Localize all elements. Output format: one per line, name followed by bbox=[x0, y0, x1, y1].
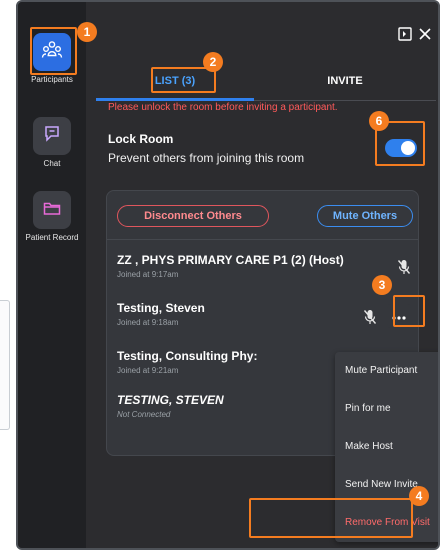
callout-badge-1: 1 bbox=[77, 22, 97, 42]
callout-badge-4: 4 bbox=[409, 486, 429, 506]
rail-label-patient-record: Patient Record bbox=[25, 233, 79, 242]
participant-row: ZZ , PHYS PRIMARY CARE P1 (2) (Host) Joi… bbox=[117, 253, 344, 279]
participant-row: Testing, Steven Joined at 9:18am bbox=[117, 301, 205, 327]
participant-name: TESTING, STEVEN bbox=[117, 393, 224, 407]
rail-label-participants: Participants bbox=[31, 75, 73, 84]
background-window-fragment bbox=[0, 300, 10, 430]
rail-chat-button[interactable] bbox=[33, 117, 71, 155]
telehealth-window: Participants Chat Patient Record LIST (3… bbox=[16, 0, 440, 550]
lock-room-description: Prevent others from joining this room bbox=[108, 151, 305, 165]
mute-others-button[interactable]: Mute Others bbox=[317, 205, 413, 227]
participants-panel: LIST (3) INVITE Please unlock the room b… bbox=[86, 2, 438, 548]
rail-patient-record-button[interactable] bbox=[33, 191, 71, 229]
active-tab-indicator bbox=[96, 98, 254, 101]
background-window-strip bbox=[0, 0, 16, 550]
participant-row: Testing, Consulting Phy: Joined at 9:21a… bbox=[117, 349, 257, 375]
callout-badge-3: 3 bbox=[372, 275, 392, 295]
tab-invite[interactable]: INVITE bbox=[254, 72, 436, 100]
unlock-warning: Please unlock the room before inviting a… bbox=[108, 102, 338, 113]
folder-icon bbox=[42, 198, 62, 223]
sidebar-toggle-icon[interactable] bbox=[398, 27, 412, 46]
menu-item-mute-participant[interactable]: Mute Participant bbox=[335, 352, 438, 390]
callout-highlight-more-button bbox=[393, 295, 425, 327]
chat-icon bbox=[42, 124, 62, 149]
side-rail: Participants Chat Patient Record bbox=[18, 2, 86, 548]
lock-room-title: Lock Room bbox=[108, 132, 174, 146]
callout-badge-2: 2 bbox=[203, 52, 223, 72]
callout-highlight-list-tab bbox=[151, 67, 216, 93]
panel-tabs: LIST (3) INVITE bbox=[96, 72, 436, 101]
mic-muted-icon[interactable] bbox=[397, 259, 411, 280]
rail-item-patient-record[interactable]: Patient Record bbox=[18, 191, 86, 242]
participant-name: Testing, Steven bbox=[117, 301, 205, 315]
callout-badge-6: 6 bbox=[369, 111, 389, 131]
participant-status: Not Connected bbox=[117, 410, 171, 419]
rail-label-chat: Chat bbox=[43, 159, 61, 168]
disconnect-others-button[interactable]: Disconnect Others bbox=[117, 205, 269, 227]
participant-status: Joined at 9:18am bbox=[117, 318, 179, 327]
menu-item-pin-for-me[interactable]: Pin for me bbox=[335, 390, 438, 428]
participant-name: Testing, Consulting Phy: bbox=[117, 349, 258, 363]
mic-muted-icon[interactable] bbox=[363, 309, 377, 330]
participant-row: TESTING, STEVEN Not Connected bbox=[117, 393, 224, 419]
callout-highlight-remove-from-visit bbox=[249, 498, 413, 538]
panel-header-icons bbox=[398, 27, 432, 46]
card-divider bbox=[107, 239, 418, 240]
callout-highlight-participants bbox=[30, 27, 77, 75]
close-icon[interactable] bbox=[418, 27, 432, 46]
rail-item-chat[interactable]: Chat bbox=[18, 117, 86, 168]
menu-item-make-host[interactable]: Make Host bbox=[335, 428, 438, 466]
participant-status: Joined at 9:17am bbox=[117, 270, 179, 279]
participant-status: Joined at 9:21am bbox=[117, 366, 179, 375]
participant-name: ZZ , PHYS PRIMARY CARE P1 (2) (Host) bbox=[117, 253, 344, 267]
